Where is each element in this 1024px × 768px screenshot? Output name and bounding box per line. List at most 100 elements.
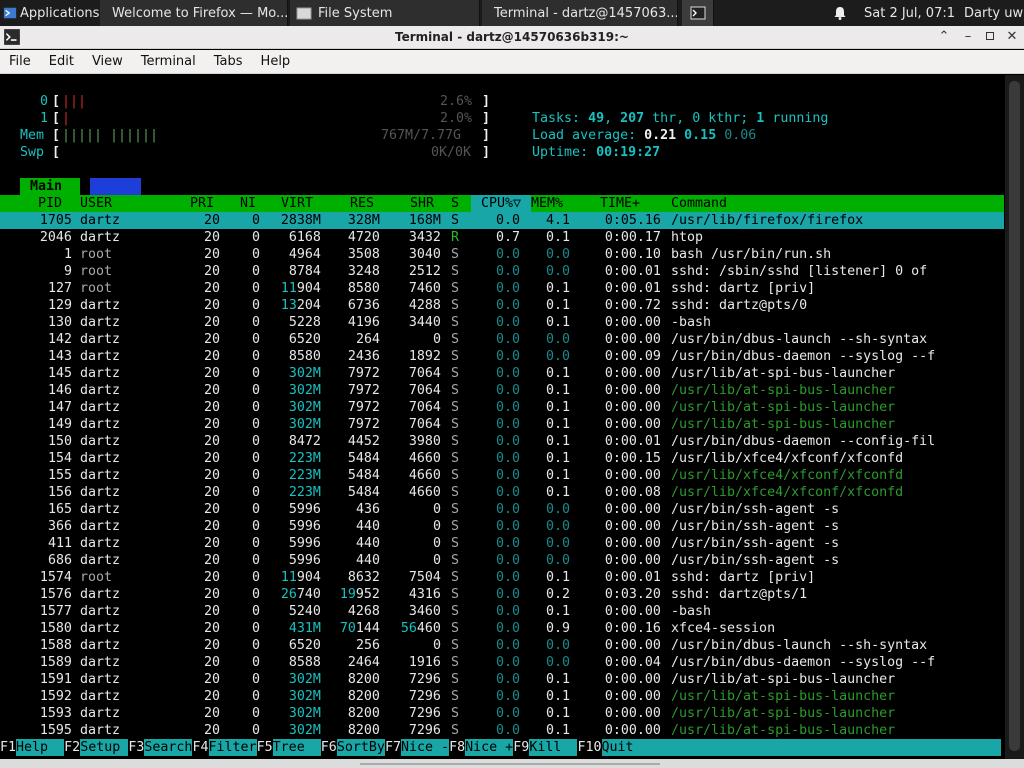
menu-file[interactable]: File [0, 54, 40, 69]
taskbar-item-terminal[interactable]: Terminal - dartz@1457063... [482, 0, 678, 26]
table-row[interactable]: 146 dartz 20 0 302M 7972 7064 S 0.0 0.1 0:00.00/us… [0, 382, 1004, 399]
cell-pri: 20 [203, 604, 220, 619]
table-row[interactable]: 143 dartz 20 0 8580 2436 1892 S 0.0 0.0 0:00.09/us… [0, 348, 1004, 365]
cell-pri: 20 [203, 281, 220, 296]
fkey-quit-button[interactable]: Quit [601, 739, 650, 756]
terminal-output[interactable]: 0 [ ||| 2.6% ] 1 [ | 2.0% ] Mem [ ||||| … [0, 75, 1004, 759]
fkey-sortby-button[interactable]: SortBy [336, 739, 385, 756]
cell-pri: 20 [203, 587, 220, 602]
col-cpu[interactable]: CPU%▽ [471, 195, 531, 212]
taskbar-item-file-system[interactable]: File System [290, 0, 480, 26]
col-state[interactable]: S [451, 195, 459, 212]
terminal-scrollbar[interactable] [1005, 75, 1024, 759]
cell-pid: 142 [47, 332, 72, 347]
cell-time: 0:00.00 [604, 400, 661, 415]
fkey-filter-button[interactable]: Filter [208, 739, 257, 756]
table-row[interactable]: 9 root 20 0 8784 3248 2512 S 0.0 0.0 0:00.01 sshd: … [0, 263, 1004, 280]
table-row[interactable]: 145 dartz 20 0 302M 7972 7064 S 0.0 0.1 0:00.00/us… [0, 365, 1004, 382]
shade-button[interactable]: ⌃ [934, 28, 954, 46]
fkey-setup-button[interactable]: Setup [80, 739, 129, 756]
table-row[interactable]: 1576 dartz 20 0 26740 19952 4316 S 0.0 0.2 0:03.20… [0, 586, 1004, 603]
cell-time: 0:00.00 [604, 366, 661, 381]
table-row[interactable]: 147 dartz 20 0 302M 7972 7064 S 0.0 0.1 0:00.00/us… [0, 399, 1004, 416]
minimize-button[interactable]: – [958, 28, 978, 46]
table-row[interactable]: 130 dartz 20 0 5228 4196 3440 S 0.0 0.1 0:00.00 -ba… [0, 314, 1004, 331]
table-row[interactable]: 156 dartz 20 0 223M 5484 4660 S 0.0 0.1 0:00.08/us… [0, 484, 1004, 501]
table-row[interactable]: 1592 dartz 20 0 302M 8200 7296 S 0.0 0.1 0:00.00/u… [0, 688, 1004, 705]
menu-tabs[interactable]: Tabs [205, 54, 252, 69]
table-row[interactable]: 366 dartz 20 0 5996 440 0 S 0.0 0.0 0:00.00/usr/bi… [0, 518, 1004, 535]
col-ni[interactable]: NI [240, 195, 256, 212]
cell-s: R [451, 230, 460, 245]
maximize-button[interactable] [980, 28, 1000, 46]
table-row[interactable]: 1574 root 20 0 11904 8632 7504 S 0.0 0.1 0:00.01 ss… [0, 569, 1004, 586]
tab-main[interactable]: Main [20, 178, 80, 195]
cell-virt: 8472 [288, 434, 321, 449]
menu-edit[interactable]: Edit [40, 54, 83, 69]
table-row[interactable]: 411 dartz 20 0 5996 440 0 S 0.0 0.0 0:00.00/usr/bi… [0, 535, 1004, 552]
clock[interactable]: Sat 2 Jul, 07:15 [864, 0, 954, 26]
taskbar-item-firefox[interactable]: Welcome to Firefox — Mo... [100, 0, 288, 26]
col-command[interactable]: Command [671, 195, 727, 212]
cell-res: 8200 [347, 689, 380, 704]
col-pid[interactable]: PID [38, 195, 62, 212]
table-row[interactable]: 165 dartz 20 0 5996 436 0 S 0.0 0.0 0:00.00/usr/bi… [0, 501, 1004, 518]
fkey-help-button[interactable]: Help [16, 739, 65, 756]
cell-shr: 7296 [408, 689, 441, 704]
table-row[interactable]: 150 dartz 20 0 8472 4452 3980 S 0.0 0.1 0:00.01/us… [0, 433, 1004, 450]
cpu0-bar: ||| [62, 94, 87, 109]
cell-cmd: bash /usr/bin/run.sh [671, 247, 832, 262]
col-time[interactable]: TIME+ [600, 195, 640, 212]
cell-virt: 302M [288, 417, 321, 432]
table-row[interactable]: 1591 dartz 20 0 302M 8200 7296 S 0.0 0.1 0:00.00/u… [0, 671, 1004, 688]
window-titlebar[interactable]: Terminal - dartz@14570636b319:~ ⌃ – ✕ [0, 26, 1024, 49]
table-row[interactable]: 1593 dartz 20 0 302M 8200 7296 S 0.0 0.1 0:00.00/u… [0, 705, 1004, 722]
cell-shr: 0 [432, 536, 441, 551]
applications-menu[interactable]: Applications [0, 0, 100, 26]
cell-cmd: /usr/bin/ssh-agent -s [671, 502, 840, 517]
taskbar-item-terminal-active[interactable] [682, 0, 714, 26]
fkey-nice-button[interactable]: Nice + [465, 739, 514, 756]
uptime-line: Uptime: 00:19:27 [500, 127, 660, 160]
col-res[interactable]: RES [350, 195, 374, 212]
col-virt[interactable]: VIRT [281, 195, 313, 212]
table-row[interactable]: 1580 dartz 20 0 431M 70144 56460 S 0.0 0.9 0:00.16… [0, 620, 1004, 637]
tab-io[interactable]: I/O [90, 178, 141, 195]
fkey-search-button[interactable]: Search [144, 739, 193, 756]
menu-view[interactable]: View [83, 54, 132, 69]
col-user[interactable]: USER [80, 195, 112, 212]
cell-virt: 302M [288, 706, 321, 721]
table-row[interactable]: 1 root 20 0 4964 3508 3040 S 0.0 0.0 0:00.10 bash /… [0, 246, 1004, 263]
table-row[interactable]: 2046 dartz 20 0 6168 4720 3432 R 0.7 0.1 0:00.17 ht… [0, 229, 1004, 246]
table-row[interactable]: 127 root 20 0 11904 8580 7460 S 0.0 0.1 0:00.01 ssh… [0, 280, 1004, 297]
cell-ni: 0 [251, 451, 260, 466]
table-row[interactable]: 155 dartz 20 0 223M 5484 4660 S 0.0 0.1 0:00.00/us… [0, 467, 1004, 484]
scrollbar-thumb[interactable] [1009, 81, 1020, 751]
cell-user: root [80, 247, 113, 262]
table-row[interactable]: 154 dartz 20 0 223M 5484 4660 S 0.0 0.1 0:00.15/us… [0, 450, 1004, 467]
user-menu[interactable]: Darty uwu [964, 0, 1024, 26]
table-row[interactable]: 129 dartz 20 0 13204 6736 4288 S 0.0 0.1 0:00.72 ss… [0, 297, 1004, 314]
table-row[interactable]: 1595 dartz 20 0 302M 8200 7296 S 0.0 0.1 0:00.00/u… [0, 722, 1004, 739]
resize-grip[interactable] [360, 763, 660, 765]
table-row[interactable]: 1588 dartz 20 0 6520 256 0 S 0.0 0.0 0:00.00/usr/b… [0, 637, 1004, 654]
table-row-selected[interactable]: 1705 dartz 20 0 2838M 328M 168M S 0.0 4.1 0:05.16 /… [0, 212, 1004, 229]
table-row[interactable]: 142 dartz 20 0 6520 264 0 S 0.0 0.0 0:00.00/usr/bi… [0, 331, 1004, 348]
cell-ni: 0 [251, 570, 260, 585]
close-button[interactable]: ✕ [1002, 28, 1022, 46]
cell-s: S [451, 655, 460, 670]
table-row[interactable]: 686 dartz 20 0 5996 440 0 S 0.0 0.0 0:00.00/usr/bi… [0, 552, 1004, 569]
table-row[interactable]: 149 dartz 20 0 302M 7972 7064 S 0.0 0.1 0:00.00/us… [0, 416, 1004, 433]
col-shr[interactable]: SHR [410, 195, 434, 212]
table-row[interactable]: 1577 dartz 20 0 5240 4268 3460 S 0.0 0.1 0:00.00 -b… [0, 603, 1004, 620]
menu-help[interactable]: Help [252, 54, 300, 69]
col-pri[interactable]: PRI [190, 195, 214, 212]
col-mem[interactable]: MEM% [531, 195, 563, 212]
notifications-bell[interactable] [832, 0, 852, 26]
menu-terminal[interactable]: Terminal [132, 54, 205, 69]
fkey-kill-button[interactable]: Kill [529, 739, 578, 756]
fkey-nice-button[interactable]: Nice - [401, 739, 450, 756]
fkey-tree-button[interactable]: Tree [272, 739, 321, 756]
table-row[interactable]: 1589 dartz 20 0 8588 2464 1916 S 0.0 0.0 0:00.04/u… [0, 654, 1004, 671]
uptime-label: Uptime: [532, 145, 589, 160]
